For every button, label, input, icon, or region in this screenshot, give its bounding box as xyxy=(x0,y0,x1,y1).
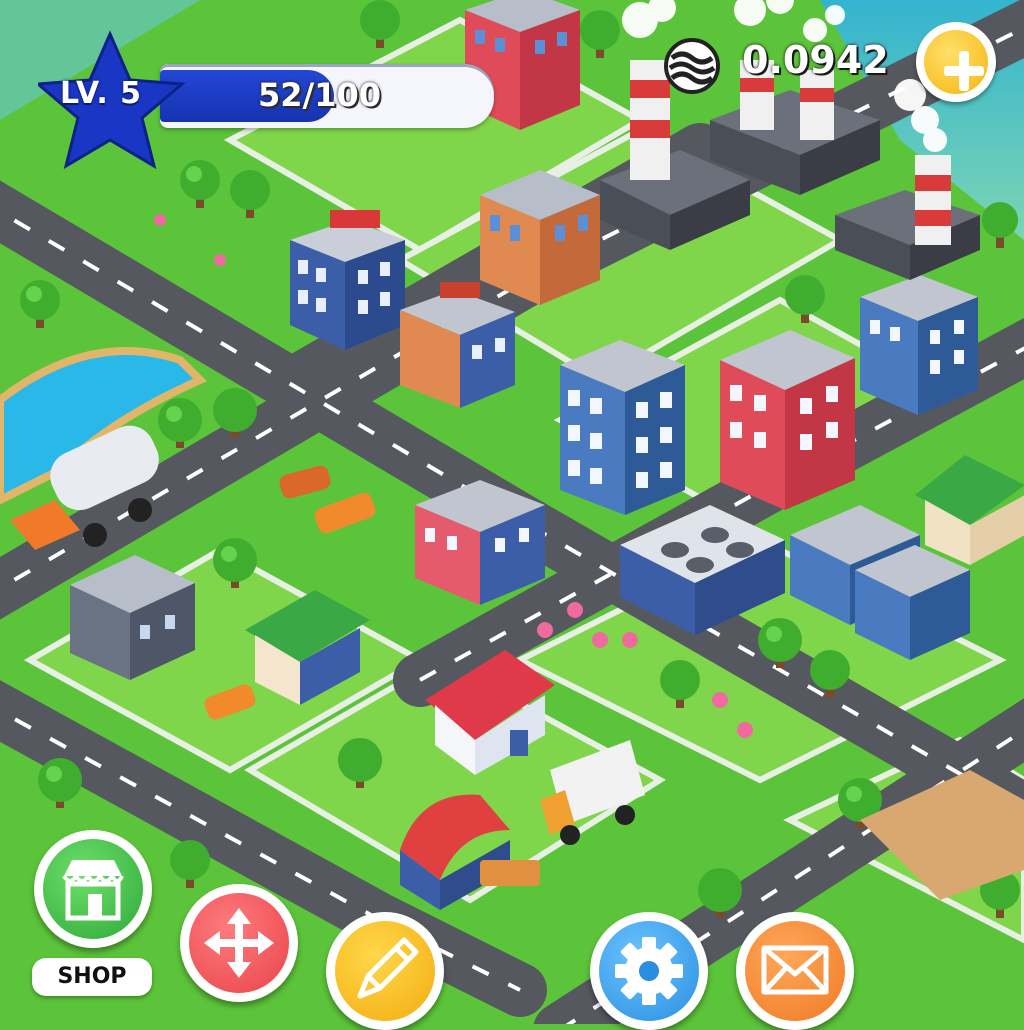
shop-label[interactable]: SHOP xyxy=(32,958,152,996)
storefront-icon xyxy=(62,860,124,921)
settings-button[interactable] xyxy=(590,912,708,1030)
pencil-icon xyxy=(357,937,419,999)
envelope-icon xyxy=(761,945,829,995)
xp-text: 52/100 xyxy=(258,76,382,114)
currency-value: 0.0942 xyxy=(742,38,889,82)
level-label: LV. 5 xyxy=(60,76,143,111)
shop-button[interactable] xyxy=(34,830,152,948)
move-arrows-icon xyxy=(204,908,274,978)
plus-icon xyxy=(924,30,988,94)
currency-panel: 0.0942 xyxy=(660,22,1010,108)
level-panel: LV. 5 52/100 xyxy=(38,30,498,170)
gear-icon xyxy=(615,937,683,1005)
coin-stack-icon xyxy=(664,38,720,94)
mail-button[interactable] xyxy=(736,912,854,1030)
move-button[interactable] xyxy=(180,884,298,1002)
add-currency-button[interactable] xyxy=(916,22,996,102)
edit-button[interactable] xyxy=(326,912,444,1030)
